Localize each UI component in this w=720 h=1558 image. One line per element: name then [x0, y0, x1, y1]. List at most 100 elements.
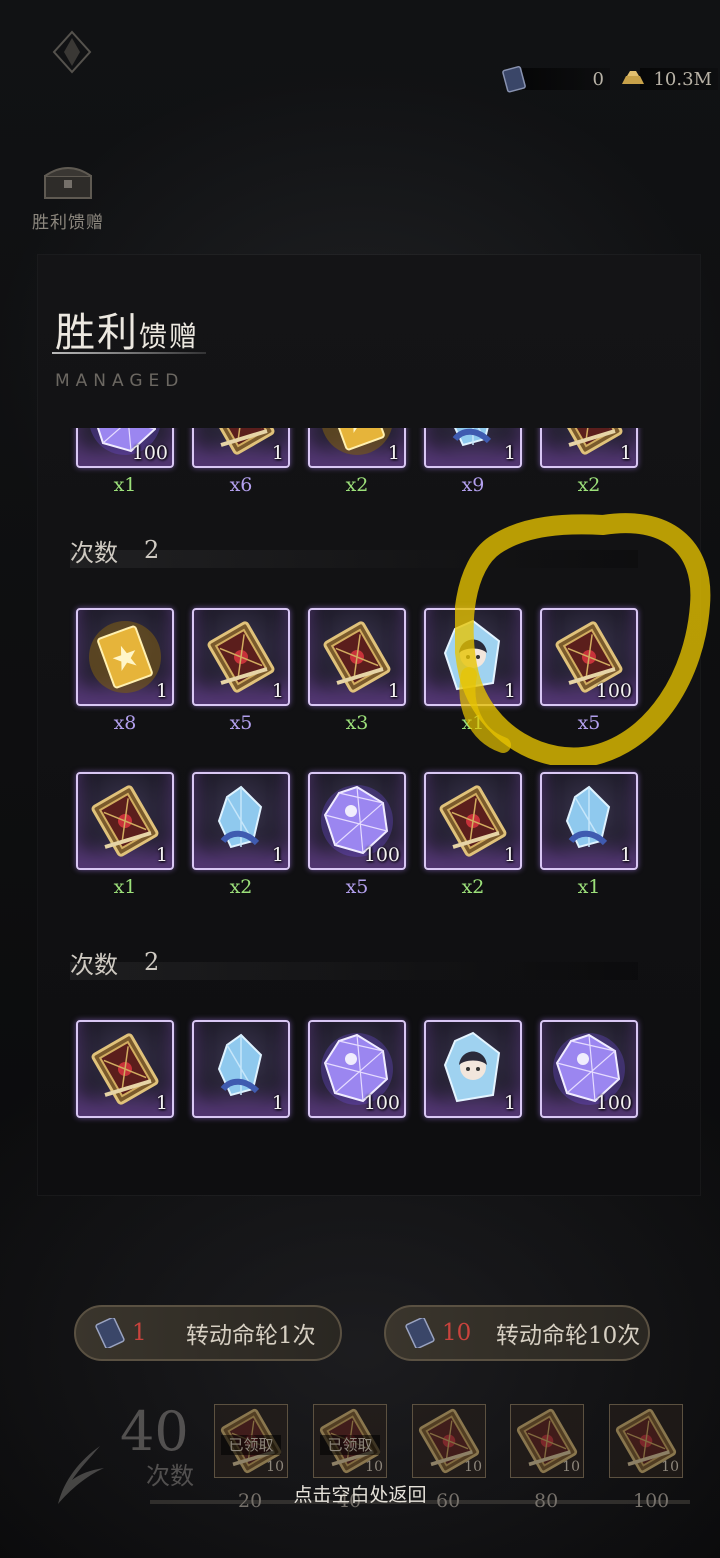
reward-item[interactable]: 100: [540, 1020, 638, 1118]
reward-item-frame[interactable]: 100: [540, 1020, 638, 1118]
spin-ten-cost: 10: [442, 1320, 472, 1346]
reward-item[interactable]: 100 x5: [308, 772, 406, 898]
reward-qty: 1: [155, 1092, 168, 1114]
reward-item[interactable]: 100: [308, 1020, 406, 1118]
milestone-reward[interactable]: 已领取 10: [313, 1404, 387, 1478]
reward-item[interactable]: 100 x5: [540, 608, 638, 734]
section-count: 2: [144, 536, 160, 564]
milestone-reward[interactable]: 已领取 10: [214, 1404, 288, 1478]
victory-gift-side-button[interactable]: 胜利馈赠: [30, 158, 106, 233]
reward-item-frame[interactable]: 1: [192, 772, 290, 870]
reward-qty: 1: [271, 680, 284, 702]
reward-item-frame[interactable]: 1: [424, 772, 522, 870]
fate-book-icon: [502, 66, 526, 93]
gold-ingot-icon: [622, 71, 644, 84]
reward-qty: 1: [619, 844, 632, 866]
reward-item[interactable]: 1 x1: [76, 772, 174, 898]
reward-multiplier: x5: [229, 712, 253, 734]
reward-multiplier: x2: [345, 474, 369, 496]
reward-item-frame[interactable]: 1: [424, 1020, 522, 1118]
reward-item-frame[interactable]: 1: [192, 1020, 290, 1118]
reward-item[interactable]: 1: [76, 1020, 174, 1118]
reward-qty: 1: [503, 442, 516, 464]
reward-item[interactable]: 1 x3: [308, 608, 406, 734]
reward-item[interactable]: 1 x5: [192, 608, 290, 734]
fate-book-icon: [405, 1318, 435, 1348]
reward-item-frame[interactable]: 1: [76, 772, 174, 870]
milestone-qty: 10: [464, 1459, 482, 1475]
chest-icon: [44, 167, 92, 199]
fate-book-count: 0: [592, 68, 604, 90]
milestone-qty: 10: [661, 1459, 679, 1475]
reward-qty: 1: [271, 442, 284, 464]
reward-qty: 100: [363, 844, 400, 866]
reward-item[interactable]: 1 x8: [76, 608, 174, 734]
reward-qty: 1: [503, 844, 516, 866]
reward-item-frame[interactable]: 100: [308, 1020, 406, 1118]
reward-item-frame[interactable]: 1: [308, 428, 406, 468]
reward-multiplier: x8: [113, 712, 137, 734]
reward-list[interactable]: 100 x1 1 x6 1 x2 1 x9 1 x2 次数 2 1 x8 1 x5 1 x3 1 x1 100 x5…: [38, 428, 700, 1168]
reward-item-frame[interactable]: 1: [424, 428, 522, 468]
reward-item-frame[interactable]: 100: [540, 608, 638, 706]
milestone-reward[interactable]: 10: [412, 1404, 486, 1478]
reward-qty: 1: [271, 844, 284, 866]
fate-book-icon: [95, 1318, 125, 1348]
reward-multiplier: x5: [577, 712, 601, 734]
milestone-qty: 10: [266, 1459, 284, 1475]
reward-multiplier: x1: [461, 712, 485, 734]
reward-item-frame[interactable]: 1: [192, 608, 290, 706]
reward-item[interactable]: 1 x6: [192, 428, 290, 496]
reward-item[interactable]: 1: [424, 1020, 522, 1118]
reward-multiplier: x2: [461, 876, 485, 898]
spin-once-button[interactable]: 1 转动命轮1次: [74, 1305, 342, 1361]
reward-multiplier: x5: [345, 876, 369, 898]
gold-currency: 10.3M: [618, 64, 718, 94]
reward-item[interactable]: 1 x2: [540, 428, 638, 496]
reward-multiplier: x1: [113, 876, 137, 898]
milestone-reward[interactable]: 10: [609, 1404, 683, 1478]
section-count: 2: [144, 948, 160, 976]
milestone-qty: 10: [365, 1459, 383, 1475]
reward-item[interactable]: 1 x2: [424, 772, 522, 898]
reward-qty: 1: [155, 680, 168, 702]
reward-item[interactable]: 1 x1: [540, 772, 638, 898]
reward-item-frame[interactable]: 1: [540, 772, 638, 870]
reward-item[interactable]: 1 x9: [424, 428, 522, 496]
diamond-emblem-icon[interactable]: [50, 30, 94, 74]
reward-item-frame[interactable]: 1: [192, 428, 290, 468]
reward-item-frame[interactable]: 1: [76, 1020, 174, 1118]
reward-item-frame[interactable]: 1: [308, 608, 406, 706]
reward-multiplier: x6: [229, 474, 253, 496]
reward-item[interactable]: 1 x1: [424, 608, 522, 734]
spin-once-cost: 1: [132, 1320, 147, 1346]
reward-item[interactable]: 100 x1: [76, 428, 174, 496]
reward-item[interactable]: 1: [192, 1020, 290, 1118]
side-button-label: 胜利馈赠: [32, 213, 104, 233]
reward-item-frame[interactable]: 1: [424, 608, 522, 706]
reward-multiplier: x3: [345, 712, 369, 734]
reward-item[interactable]: 1 x2: [308, 428, 406, 496]
spin-ten-button[interactable]: 10 转动命轮10次: [384, 1305, 650, 1361]
reward-qty: 1: [271, 1092, 284, 1114]
section-header-2: 次数 2: [70, 944, 638, 980]
reward-item-frame[interactable]: 100: [76, 428, 174, 468]
panel-title: 胜利馈赠: [55, 310, 200, 356]
milestone-reward[interactable]: 10: [510, 1404, 584, 1478]
reward-item-frame[interactable]: 100: [308, 772, 406, 870]
reward-item-frame[interactable]: 1: [540, 428, 638, 468]
reward-qty: 1: [155, 844, 168, 866]
spin-ten-label: 转动命轮10次: [496, 1323, 641, 1349]
reward-multiplier: x2: [577, 474, 601, 496]
tap-to-return-hint[interactable]: 点击空白处返回: [0, 1480, 720, 1507]
claimed-badge: 已领取: [221, 1435, 281, 1455]
reward-item-frame[interactable]: 1: [76, 608, 174, 706]
reward-multiplier: x1: [577, 876, 601, 898]
reward-qty: 100: [595, 680, 632, 702]
reward-item[interactable]: 1 x2: [192, 772, 290, 898]
fate-book-currency: 0: [500, 64, 610, 94]
reward-qty: 1: [619, 442, 632, 464]
section-label: 次数: [70, 538, 118, 567]
reward-qty: 100: [595, 1092, 632, 1114]
reward-qty: 100: [131, 442, 168, 464]
